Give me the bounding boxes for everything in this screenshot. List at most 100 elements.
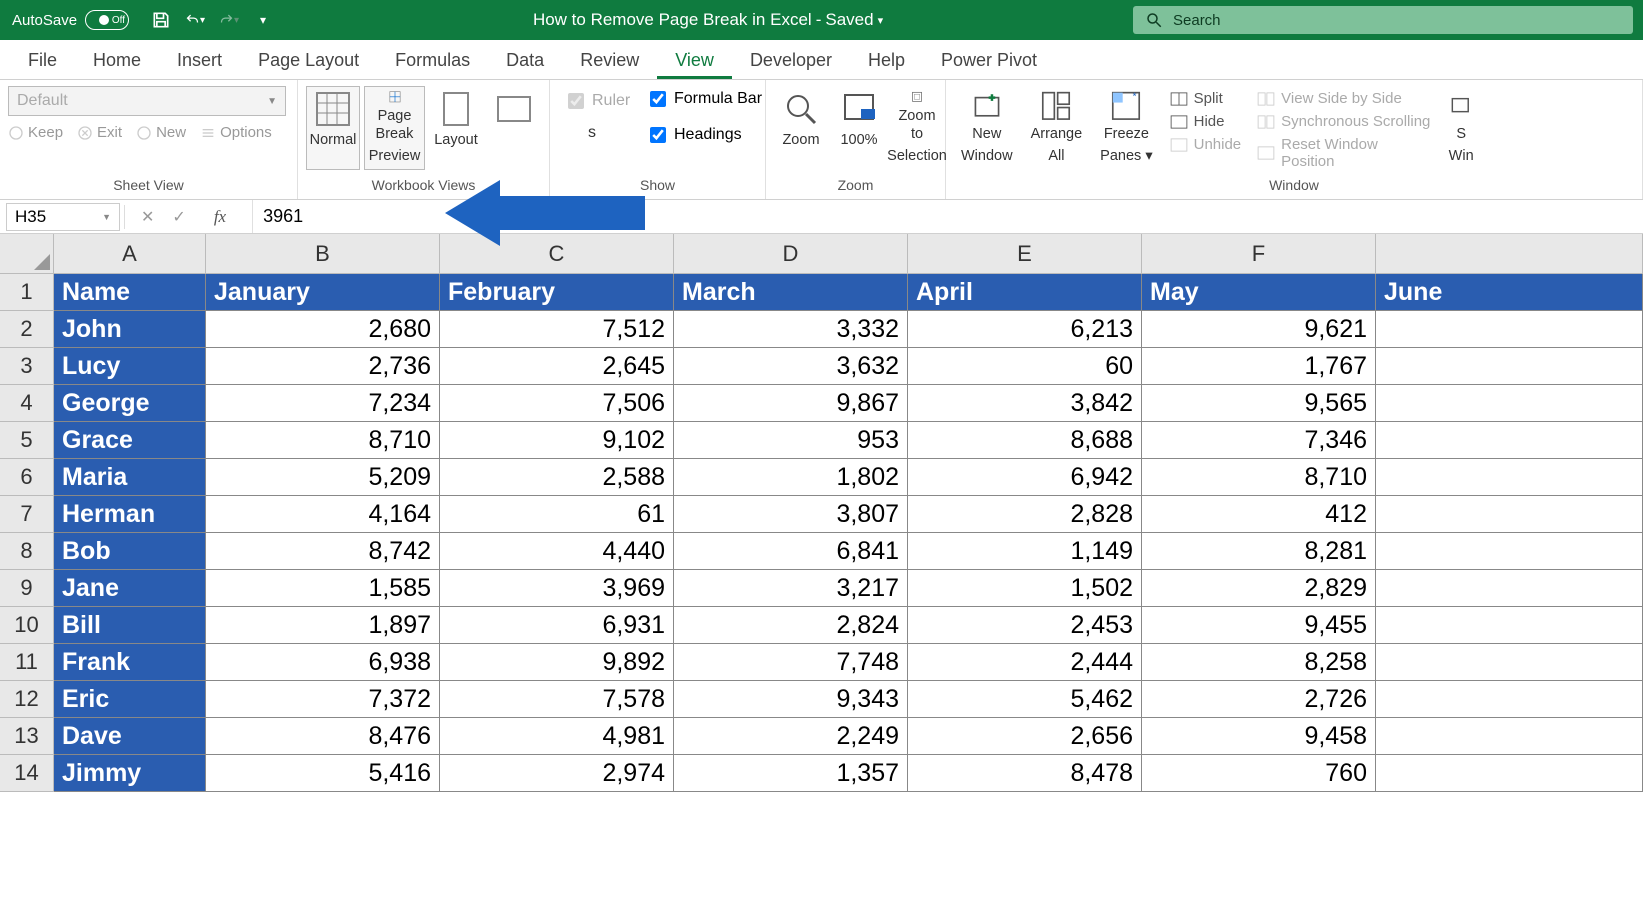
tab-help[interactable]: Help	[850, 40, 923, 79]
name-cell[interactable]: Frank	[54, 644, 206, 681]
col-header-b[interactable]: B	[206, 234, 440, 274]
data-cell[interactable]: 8,742	[206, 533, 440, 570]
data-cell[interactable]	[1376, 496, 1643, 533]
hide-button[interactable]: Hide	[1170, 113, 1242, 130]
name-cell[interactable]: Bob	[54, 533, 206, 570]
data-cell[interactable]: 7,372	[206, 681, 440, 718]
data-cell[interactable]: 8,258	[1142, 644, 1376, 681]
fx-icon[interactable]: fx	[204, 207, 236, 227]
col-header-g[interactable]	[1376, 234, 1643, 274]
data-cell[interactable]: 2,588	[440, 459, 674, 496]
keep-button[interactable]: Keep	[8, 124, 63, 141]
zoom-100-button[interactable]: 100%	[832, 86, 886, 170]
row-header[interactable]: 1	[0, 274, 54, 311]
tab-developer[interactable]: Developer	[732, 40, 850, 79]
name-cell[interactable]: Eric	[54, 681, 206, 718]
tab-insert[interactable]: Insert	[159, 40, 240, 79]
data-cell[interactable]: 412	[1142, 496, 1376, 533]
data-cell[interactable]	[1376, 533, 1643, 570]
data-cell[interactable]	[1376, 311, 1643, 348]
data-cell[interactable]: 5,416	[206, 755, 440, 792]
synchronous-scrolling-button[interactable]: Synchronous Scrolling	[1257, 113, 1435, 130]
data-cell[interactable]: 5,462	[908, 681, 1142, 718]
row-header[interactable]: 12	[0, 681, 54, 718]
tab-home[interactable]: Home	[75, 40, 159, 79]
row-header[interactable]: 7	[0, 496, 54, 533]
data-cell[interactable]: 9,867	[674, 385, 908, 422]
saved-dropdown-icon[interactable]: ▾	[878, 14, 884, 27]
qat-customize-icon[interactable]: ▾	[253, 10, 273, 30]
data-cell[interactable]: 1,802	[674, 459, 908, 496]
data-cell[interactable]: 9,102	[440, 422, 674, 459]
tab-data[interactable]: Data	[488, 40, 562, 79]
tab-power-pivot[interactable]: Power Pivot	[923, 40, 1055, 79]
header-cell[interactable]: Name	[54, 274, 206, 311]
exit-button[interactable]: Exit	[77, 124, 122, 141]
data-cell[interactable]: 9,455	[1142, 607, 1376, 644]
data-cell[interactable]: 1,502	[908, 570, 1142, 607]
header-cell[interactable]: February	[440, 274, 674, 311]
data-cell[interactable]: 6,938	[206, 644, 440, 681]
col-header-a[interactable]: A	[54, 234, 206, 274]
row-header[interactable]: 9	[0, 570, 54, 607]
data-cell[interactable]: 8,478	[908, 755, 1142, 792]
data-cell[interactable]: 61	[440, 496, 674, 533]
data-cell[interactable]: 4,440	[440, 533, 674, 570]
data-cell[interactable]: 6,213	[908, 311, 1142, 348]
select-all-corner[interactable]	[0, 234, 54, 274]
data-cell[interactable]: 8,710	[206, 422, 440, 459]
header-cell[interactable]: June	[1376, 274, 1643, 311]
data-cell[interactable]: 9,458	[1142, 718, 1376, 755]
row-header[interactable]: 4	[0, 385, 54, 422]
col-header-e[interactable]: E	[908, 234, 1142, 274]
formula-cancel-icon[interactable]: ✕	[141, 207, 154, 227]
data-cell[interactable]: 2,249	[674, 718, 908, 755]
tab-review[interactable]: Review	[562, 40, 657, 79]
row-header[interactable]: 13	[0, 718, 54, 755]
data-cell[interactable]	[1376, 459, 1643, 496]
name-cell[interactable]: Lucy	[54, 348, 206, 385]
data-cell[interactable]: 2,444	[908, 644, 1142, 681]
header-cell[interactable]: April	[908, 274, 1142, 311]
data-cell[interactable]: 8,688	[908, 422, 1142, 459]
autosave-switch[interactable]: Off	[85, 10, 129, 30]
data-cell[interactable]: 9,621	[1142, 311, 1376, 348]
data-cell[interactable]: 4,981	[440, 718, 674, 755]
name-cell[interactable]: Herman	[54, 496, 206, 533]
data-cell[interactable]: 2,656	[908, 718, 1142, 755]
autosave-toggle[interactable]: AutoSave Off	[0, 10, 141, 30]
data-cell[interactable]	[1376, 385, 1643, 422]
header-cell[interactable]: March	[674, 274, 908, 311]
undo-icon[interactable]: ▾	[185, 10, 205, 30]
data-cell[interactable]: 3,842	[908, 385, 1142, 422]
name-cell[interactable]: Jane	[54, 570, 206, 607]
data-cell[interactable]: 3,332	[674, 311, 908, 348]
data-cell[interactable]	[1376, 755, 1643, 792]
search-box[interactable]: Search	[1133, 6, 1633, 34]
data-cell[interactable]: 2,726	[1142, 681, 1376, 718]
arrange-all-button[interactable]: ArrangeAll	[1024, 86, 1090, 170]
data-cell[interactable]	[1376, 348, 1643, 385]
data-cell[interactable]: 3,969	[440, 570, 674, 607]
data-cell[interactable]: 7,506	[440, 385, 674, 422]
formula-bar-checkbox[interactable]: Formula Bar	[650, 90, 762, 108]
col-header-f[interactable]: F	[1142, 234, 1376, 274]
tab-page-layout[interactable]: Page Layout	[240, 40, 377, 79]
data-cell[interactable]: 3,807	[674, 496, 908, 533]
custom-views-button[interactable]	[487, 86, 541, 170]
zoom-to-selection-button[interactable]: Zoom to Selection	[890, 86, 944, 170]
reset-window-position-button[interactable]: Reset Window Position	[1257, 136, 1435, 170]
header-cell[interactable]: May	[1142, 274, 1376, 311]
data-cell[interactable]: 2,680	[206, 311, 440, 348]
row-header[interactable]: 6	[0, 459, 54, 496]
new-window-button[interactable]: NewWindow	[954, 86, 1020, 170]
data-cell[interactable]: 3,217	[674, 570, 908, 607]
data-cell[interactable]: 760	[1142, 755, 1376, 792]
zoom-button[interactable]: Zoom	[774, 86, 828, 170]
data-cell[interactable]: 6,931	[440, 607, 674, 644]
data-cell[interactable]: 2,828	[908, 496, 1142, 533]
data-cell[interactable]: 7,512	[440, 311, 674, 348]
data-cell[interactable]: 2,829	[1142, 570, 1376, 607]
data-cell[interactable]: 1,585	[206, 570, 440, 607]
name-cell[interactable]: Jimmy	[54, 755, 206, 792]
